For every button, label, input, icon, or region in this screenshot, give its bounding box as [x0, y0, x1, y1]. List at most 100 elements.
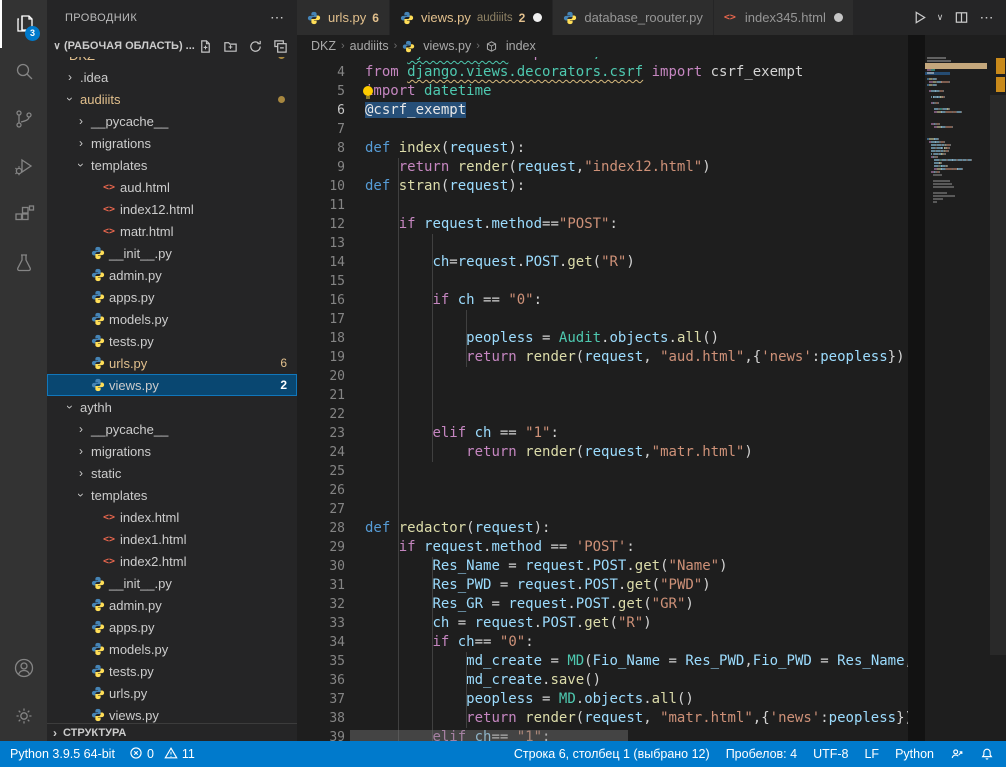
activity-source-control[interactable]	[0, 96, 47, 144]
status-indentation[interactable]: Пробелов: 4	[726, 747, 797, 761]
tree-item-urls-py[interactable]: urls.py6	[47, 352, 297, 374]
tree-item-migrations[interactable]: ›migrations	[47, 132, 297, 154]
tree-item-index1-html[interactable]: <>index1.html	[47, 528, 297, 550]
status-language-mode[interactable]: Python	[895, 747, 934, 761]
tree-item--init-py[interactable]: __init__.py	[47, 572, 297, 594]
python-file-icon	[402, 40, 419, 53]
tree-item-static[interactable]: ›static	[47, 462, 297, 484]
activity-explorer[interactable]: 3	[0, 0, 47, 48]
tree-item-templates[interactable]: ›templates	[47, 154, 297, 176]
activity-run-debug[interactable]	[0, 144, 47, 192]
beaker-icon	[12, 251, 36, 278]
activity-testing[interactable]	[0, 240, 47, 288]
tree-item-label: aythh	[80, 400, 112, 415]
tree-item-aythh[interactable]: ›aythh	[47, 396, 297, 418]
tree-item-apps-py[interactable]: apps.py	[47, 286, 297, 308]
python-file-icon	[89, 686, 107, 700]
status-notifications[interactable]	[980, 747, 994, 761]
sidebar-more-actions-icon[interactable]: ⋯	[270, 9, 285, 26]
outline-label: СТРУКТУРА	[63, 727, 126, 739]
line-number: 11	[297, 196, 345, 215]
line-number: 34	[297, 633, 345, 652]
activity-bar: 3	[0, 0, 47, 741]
tree-item-admin-py[interactable]: admin.py	[47, 594, 297, 616]
new-folder-icon[interactable]	[221, 37, 239, 55]
tree-item-apps-py[interactable]: apps.py	[47, 616, 297, 638]
tree-item-label: models.py	[109, 312, 168, 327]
tree-item-models-py[interactable]: models.py	[47, 638, 297, 660]
code-line-10: def stran(request):	[365, 177, 908, 196]
code-line-32: Res_GR = request.POST.get("GR")	[365, 595, 908, 614]
vertical-scrollbar[interactable]	[990, 95, 1006, 655]
breadcrumb-item-views-py[interactable]: views.py	[402, 39, 471, 53]
python-file-icon	[89, 334, 107, 348]
chevron-down-icon: ›	[74, 487, 88, 503]
tree-item--init-py[interactable]: __init__.py	[47, 242, 297, 264]
tree-item-aud-html[interactable]: <>aud.html	[47, 176, 297, 198]
code-editor[interactable]: 3456789101112131415161718192021222324252…	[297, 0, 908, 741]
code-line-33: ch = request.POST.get("R")	[365, 614, 908, 633]
horizontal-scrollbar[interactable]	[350, 730, 628, 741]
breadcrumb-label: index	[506, 39, 536, 53]
tree-item-label: __pycache__	[91, 422, 168, 437]
refresh-icon[interactable]	[246, 37, 264, 55]
tree-item-tests-py[interactable]: tests.py	[47, 330, 297, 352]
breadcrumb-separator: ›	[476, 40, 480, 52]
status-feedback[interactable]	[950, 747, 964, 761]
status-eol[interactable]: LF	[864, 747, 879, 761]
tree-item-index2-html[interactable]: <>index2.html	[47, 550, 297, 572]
line-number: 30	[297, 557, 345, 576]
tree-item-migrations[interactable]: ›migrations	[47, 440, 297, 462]
line-number: 25	[297, 462, 345, 481]
status-problems[interactable]: 011	[129, 746, 195, 763]
breadcrumb-item-dkz[interactable]: DKZ	[311, 39, 336, 53]
breadcrumb-item-audiiits[interactable]: audiiits	[350, 39, 389, 53]
tree-item-dkz[interactable]: ›DKZ	[47, 57, 297, 66]
line-number: 14	[297, 253, 345, 272]
tree-item-templates[interactable]: ›templates	[47, 484, 297, 506]
tree-item-index-html[interactable]: <>index.html	[47, 506, 297, 528]
tab-database-roouter-py[interactable]: database_roouter.py	[553, 0, 714, 35]
tree-item--pycache-[interactable]: ›__pycache__	[47, 418, 297, 440]
tab-urls-py[interactable]: urls.py6	[297, 0, 390, 35]
chevron-right-icon: ›	[62, 70, 78, 84]
activity-search[interactable]	[0, 48, 47, 96]
tree-item-index12-html[interactable]: <>index12.html	[47, 198, 297, 220]
tree-item-urls-py[interactable]: urls.py	[47, 682, 297, 704]
warning-marker	[996, 58, 1005, 74]
tree-item-audiiits[interactable]: ›audiiits	[47, 88, 297, 110]
tree-item--idea[interactable]: ›.idea	[47, 66, 297, 88]
tree-item-models-py[interactable]: models.py	[47, 308, 297, 330]
status-python-version[interactable]: Python 3.9.5 64-bit	[10, 747, 115, 761]
workspace-section-header[interactable]: ∨ (РАБОЧАЯ ОБЛАСТЬ) ...	[47, 35, 297, 57]
chevron-down-icon: ∨	[50, 41, 64, 52]
tab-views-py[interactable]: views.pyaudiiits2	[390, 0, 553, 35]
run-python-file-button[interactable]	[908, 7, 930, 29]
tree-item--pycache-[interactable]: ›__pycache__	[47, 110, 297, 132]
tree-item-label: __init__.py	[109, 576, 172, 591]
tree-item-views-py[interactable]: views.py2	[47, 374, 297, 396]
line-number: 32	[297, 595, 345, 614]
breadcrumb-item-index[interactable]: index	[485, 39, 536, 53]
line-number: 12	[297, 215, 345, 234]
tree-item-admin-py[interactable]: admin.py	[47, 264, 297, 286]
tree-item-tests-py[interactable]: tests.py	[47, 660, 297, 682]
status-encoding[interactable]: UTF-8	[813, 747, 848, 761]
editor-more-actions-icon[interactable]: ⋯	[976, 7, 998, 29]
activity-account[interactable]	[0, 645, 47, 693]
tree-item-views-py[interactable]: views.py	[47, 704, 297, 723]
new-file-icon[interactable]	[196, 37, 214, 55]
code-content[interactable]: from aythh.models import MD,Auditfrom dj…	[365, 44, 908, 741]
run-dropdown-icon[interactable]: ∨	[934, 7, 946, 29]
lightbulb-icon[interactable]	[363, 86, 373, 96]
minimap[interactable]	[925, 35, 987, 741]
tree-item-matr-html[interactable]: <>matr.html	[47, 220, 297, 242]
collapse-all-icon[interactable]	[271, 37, 289, 55]
activity-settings[interactable]	[0, 693, 47, 741]
tab-index345-html[interactable]: <>index345.html	[714, 0, 854, 35]
activity-extensions[interactable]	[0, 192, 47, 240]
split-editor-button[interactable]	[950, 7, 972, 29]
status-cursor-position[interactable]: Строка 6, столбец 1 (выбрано 12)	[514, 747, 710, 761]
vscode-window: 3 ПРОВОДНИК ⋯ ∨ (РАБОЧАЯ ОБЛАСТЬ) ... ›D…	[0, 0, 1006, 767]
outline-section-header[interactable]: › СТРУКТУРА	[47, 723, 297, 741]
